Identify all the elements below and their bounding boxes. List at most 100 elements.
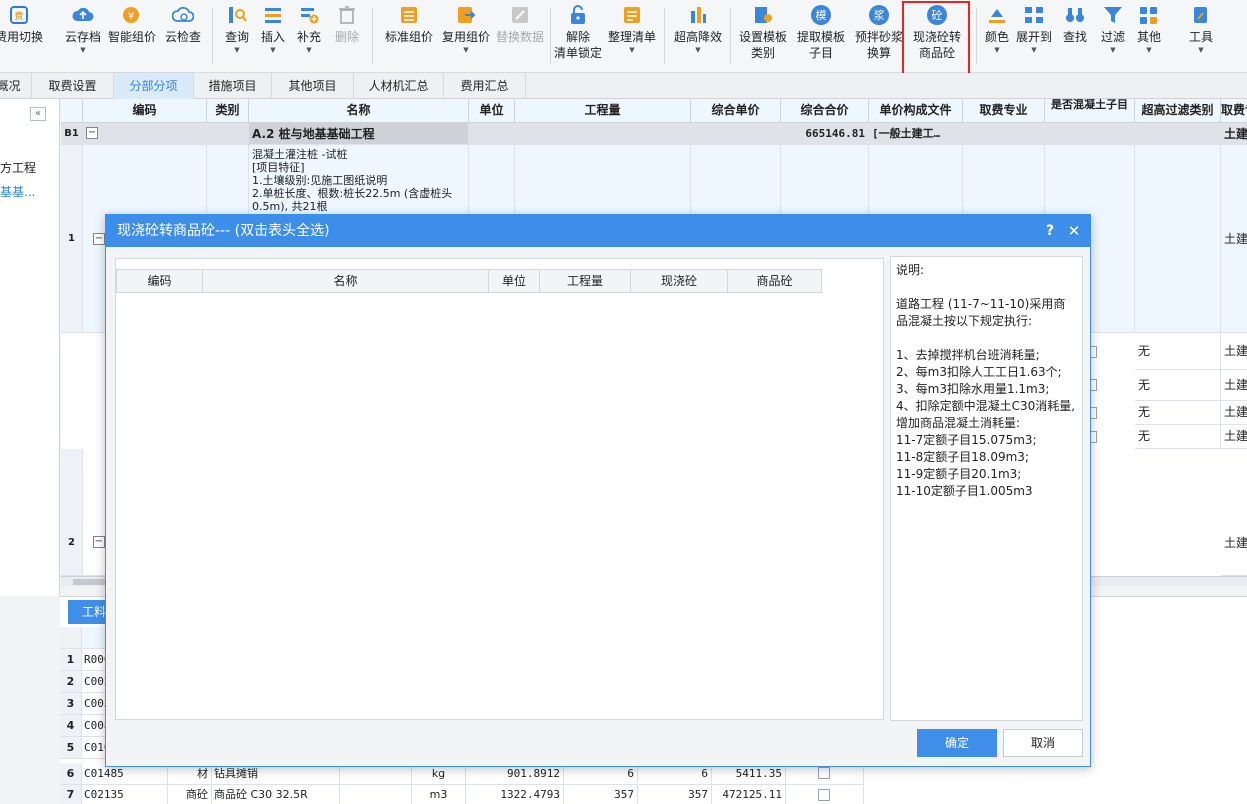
concrete-convert-button[interactable]: 砼 现浇砼转 商品砼 [908,4,966,70]
tab-fee-summary[interactable]: 费用汇总 [444,73,526,99]
header-price-file[interactable]: 单价构成文件 [869,99,963,123]
tab-measures[interactable]: 措施项目 [194,73,272,99]
collapse-toggle-icon[interactable]: − [93,536,105,548]
material-name-cell[interactable]: 商品砼 C30 32.5R [212,785,340,804]
tab-other-items[interactable]: 其他项目 [272,73,354,99]
subrow-filter-cell[interactable]: 无 [1135,425,1221,449]
organize-list-button[interactable]: 整理清单 ▼ [604,4,660,70]
expand-to-button[interactable]: 展开到 ▼ [1014,4,1054,70]
mortar-convert-button[interactable]: 浆 预拌砂浆 换算 [852,4,906,70]
template-category-button[interactable]: 设置模板 类别 [736,4,790,70]
find-button[interactable]: 查找 [1058,4,1092,70]
material-code-cell[interactable]: C02135 [82,785,168,804]
nav-item-foundation[interactable]: 基基... [0,183,35,200]
material-checkbox[interactable] [818,767,830,779]
reuse-price-button[interactable]: 复用组价 ▼ [438,4,494,70]
confirm-button[interactable]: 确定 [917,729,997,757]
chevron-down-icon: ▼ [1198,46,1204,54]
material-type-cell[interactable]: 商砼 [168,785,212,804]
header-fee-specialty-2[interactable]: 取费专 [1221,99,1247,123]
tab-sub-items[interactable]: 分部分项 [114,73,194,99]
extract-template-button[interactable]: 模 提取模板 子目 [794,4,848,70]
tools-button[interactable]: 工具 ▼ [1184,4,1218,70]
high-efficiency-button[interactable]: 超高降效 ▼ [670,4,726,70]
nav-item-project[interactable]: 方工程 [0,159,36,176]
unlock-list-button[interactable]: 解除 清单锁定 [550,4,606,70]
list-header-cast-in-place[interactable]: 现浇砼 [631,269,728,293]
collapse-left-button[interactable]: « [30,107,46,121]
dialog-title[interactable]: 现浇砼转商品砼--- (双击表头全选) [106,215,1090,247]
subrow-filter-cell[interactable]: 无 [1135,333,1221,370]
row1-filter-cell[interactable] [1135,145,1221,333]
subrow-filter-cell[interactable]: 无 [1135,401,1221,425]
tab-labor-material-summary[interactable]: 人材机汇总 [354,73,444,99]
b1-price-file-cell[interactable]: [一般土建工… [869,123,963,145]
replace-data-button[interactable]: 替换数据 [494,4,546,70]
header-category[interactable]: 类别 [207,99,249,123]
cloud-check-button[interactable]: 云检查 [160,4,206,70]
material-spec-cell[interactable] [340,785,412,804]
b1-name-cell[interactable]: A.2 桩与地基基础工程 [249,123,469,145]
list-header-code[interactable]: 编码 [116,269,203,293]
other-button[interactable]: 其他 ▼ [1132,4,1166,70]
material-qty-cell[interactable]: 1322.4793 [466,785,564,804]
header-unit-price[interactable]: 综合单价 [691,99,781,123]
subrow-filter-cell[interactable]: 无 [1135,370,1221,401]
smart-price-button[interactable]: ¥ 智能组价 [106,4,158,70]
material-checkbox[interactable] [818,789,830,801]
list-header-quantity[interactable]: 工程量 [540,269,631,293]
standard-price-button[interactable]: 标准组价 [380,4,438,70]
b1-code-cell[interactable]: − [83,123,207,145]
b1-fee-specialty-cell[interactable]: 土建 [1221,123,1247,145]
header-quantity[interactable]: 工程量 [515,99,691,123]
material-total-cell[interactable]: 472125.11 [712,785,786,804]
color-button[interactable]: 颜色 ▼ [980,4,1014,70]
collapse-toggle-icon[interactable]: − [93,233,105,245]
tab-fee-settings[interactable]: 取费设置 [32,73,114,99]
material-check-cell[interactable] [786,785,864,804]
b1-unit-price-cell[interactable] [691,123,781,145]
close-icon[interactable]: ✕ [1066,215,1082,247]
delete-button[interactable]: 删除 [330,4,364,70]
subrow-fee-cell[interactable]: 土建 [1221,425,1247,449]
query-label: 查询 [224,30,249,44]
subrow-fee-cell[interactable]: 土建 [1221,333,1247,370]
tab-overview[interactable]: 概况 [0,73,32,99]
b1-fee-cell[interactable] [963,123,1045,145]
list-header-ready-mix[interactable]: 商品砼 [728,269,822,293]
material-unit-cell[interactable]: m3 [412,785,466,804]
b1-total-cell[interactable]: 665146.81 [781,123,869,145]
material-market-price-cell[interactable]: 357 [638,785,712,804]
collapse-toggle-icon[interactable]: − [86,127,98,139]
help-icon[interactable]: ? [1042,215,1058,247]
filter-button[interactable]: 过滤 ▼ [1096,4,1130,70]
header-height-filter[interactable]: 超高过滤类别 [1135,99,1221,123]
fee-switch-button[interactable]: 费 费用切换 [0,4,48,70]
tools-label: 工具 [1188,30,1213,44]
b1-filter-cell[interactable] [1135,123,1221,145]
cloud-save-button[interactable]: 云存档 ▼ [60,4,106,70]
subrow-fee-cell[interactable]: 土建 [1221,370,1247,401]
header-fee-specialty[interactable]: 取费专业 [963,99,1045,123]
list-header-name[interactable]: 名称 [203,269,489,293]
b1-category-cell[interactable] [207,123,249,145]
conversion-list[interactable]: 编码 名称 单位 工程量 现浇砼 商品砼 [115,258,884,720]
supplement-button[interactable]: 补充 ▼ [292,4,326,70]
header-total-price[interactable]: 综合合价 [781,99,869,123]
row2-fee-specialty-cell[interactable]: 土建 [1221,449,1247,576]
header-code[interactable]: 编码 [83,99,207,123]
subrow-fee-cell[interactable]: 土建 [1221,401,1247,425]
header-name[interactable]: 名称 [249,99,469,123]
row1-fee-specialty-cell[interactable]: 土建 [1221,145,1247,333]
b1-unit-cell[interactable] [469,123,515,145]
material-price-cell[interactable]: 357 [564,785,638,804]
insert-button[interactable]: 插入 ▼ [256,4,290,70]
cancel-button[interactable]: 取消 [1003,729,1083,757]
b1-concrete-cell[interactable] [1045,123,1135,145]
b1-quantity-cell[interactable] [515,123,691,145]
header-is-concrete[interactable]: 是否混凝土子目 [1045,99,1135,123]
svg-text:模: 模 [816,9,827,22]
header-unit[interactable]: 单位 [469,99,515,123]
query-button[interactable]: 查询 ▼ [218,4,256,70]
list-header-unit[interactable]: 单位 [489,269,540,293]
